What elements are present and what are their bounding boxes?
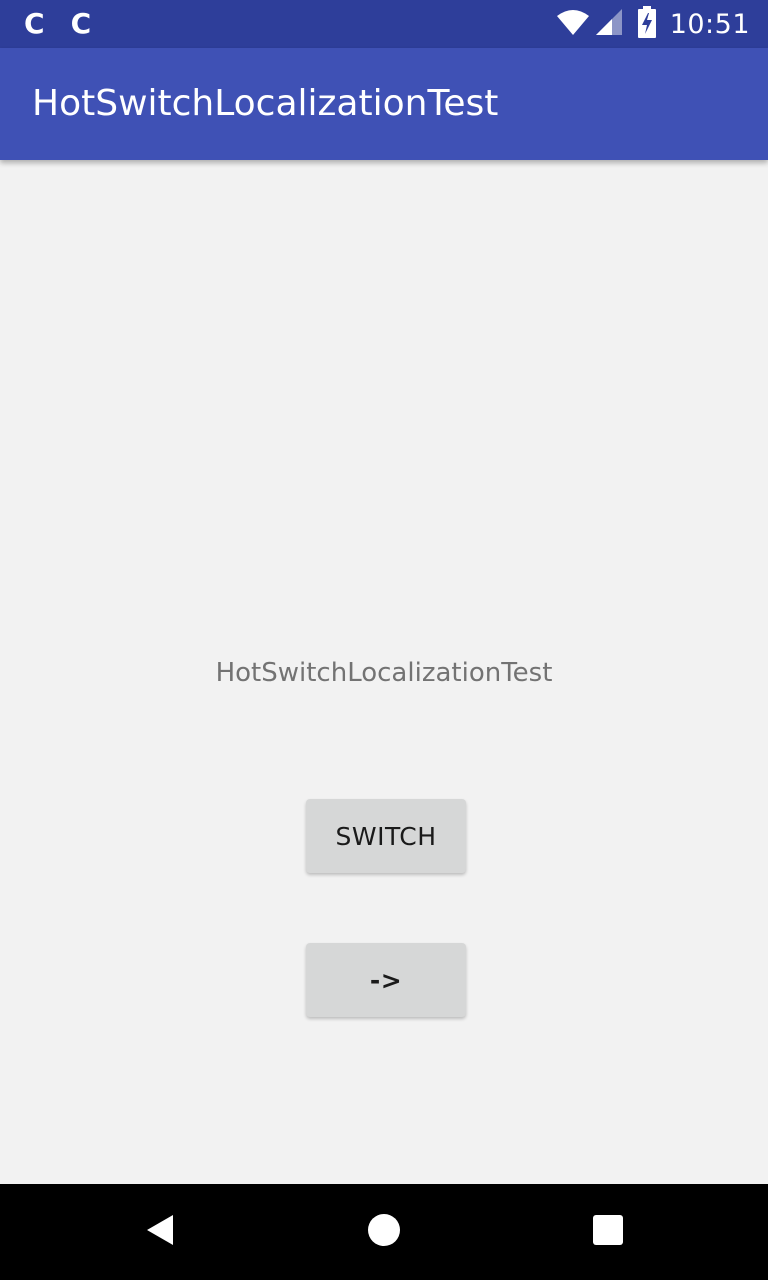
wifi-icon <box>556 8 590 40</box>
recents-icon <box>592 1214 624 1250</box>
recents-button[interactable] <box>560 1184 656 1280</box>
signal-icon <box>594 7 624 41</box>
next-button[interactable]: -> <box>306 943 466 1017</box>
notification-icons: C C <box>24 8 91 40</box>
status-time: 10:51 <box>669 8 750 40</box>
notification-c-icon: C <box>70 7 92 40</box>
app-bar: HotSwitchLocalizationTest <box>0 48 768 160</box>
notification-c-icon: C <box>24 7 45 40</box>
home-icon <box>367 1213 401 1251</box>
app-title: HotSwitchLocalizationTest <box>32 83 499 124</box>
battery-charging-icon <box>637 6 656 42</box>
back-icon <box>144 1213 176 1251</box>
screen: C C 10:51 HotSwitchLocalizationTest HotS… <box>0 0 768 1280</box>
switch-button[interactable]: SWITCH <box>306 799 466 873</box>
localized-label: HotSwitchLocalizationTest <box>215 658 553 688</box>
back-button[interactable] <box>112 1184 208 1280</box>
home-button[interactable] <box>336 1184 432 1280</box>
main-content: HotSwitchLocalizationTest SWITCH -> <box>0 160 768 1184</box>
navigation-bar <box>0 1184 768 1280</box>
status-bar: C C 10:51 <box>0 0 768 48</box>
status-indicators: 10:51 <box>556 6 750 42</box>
